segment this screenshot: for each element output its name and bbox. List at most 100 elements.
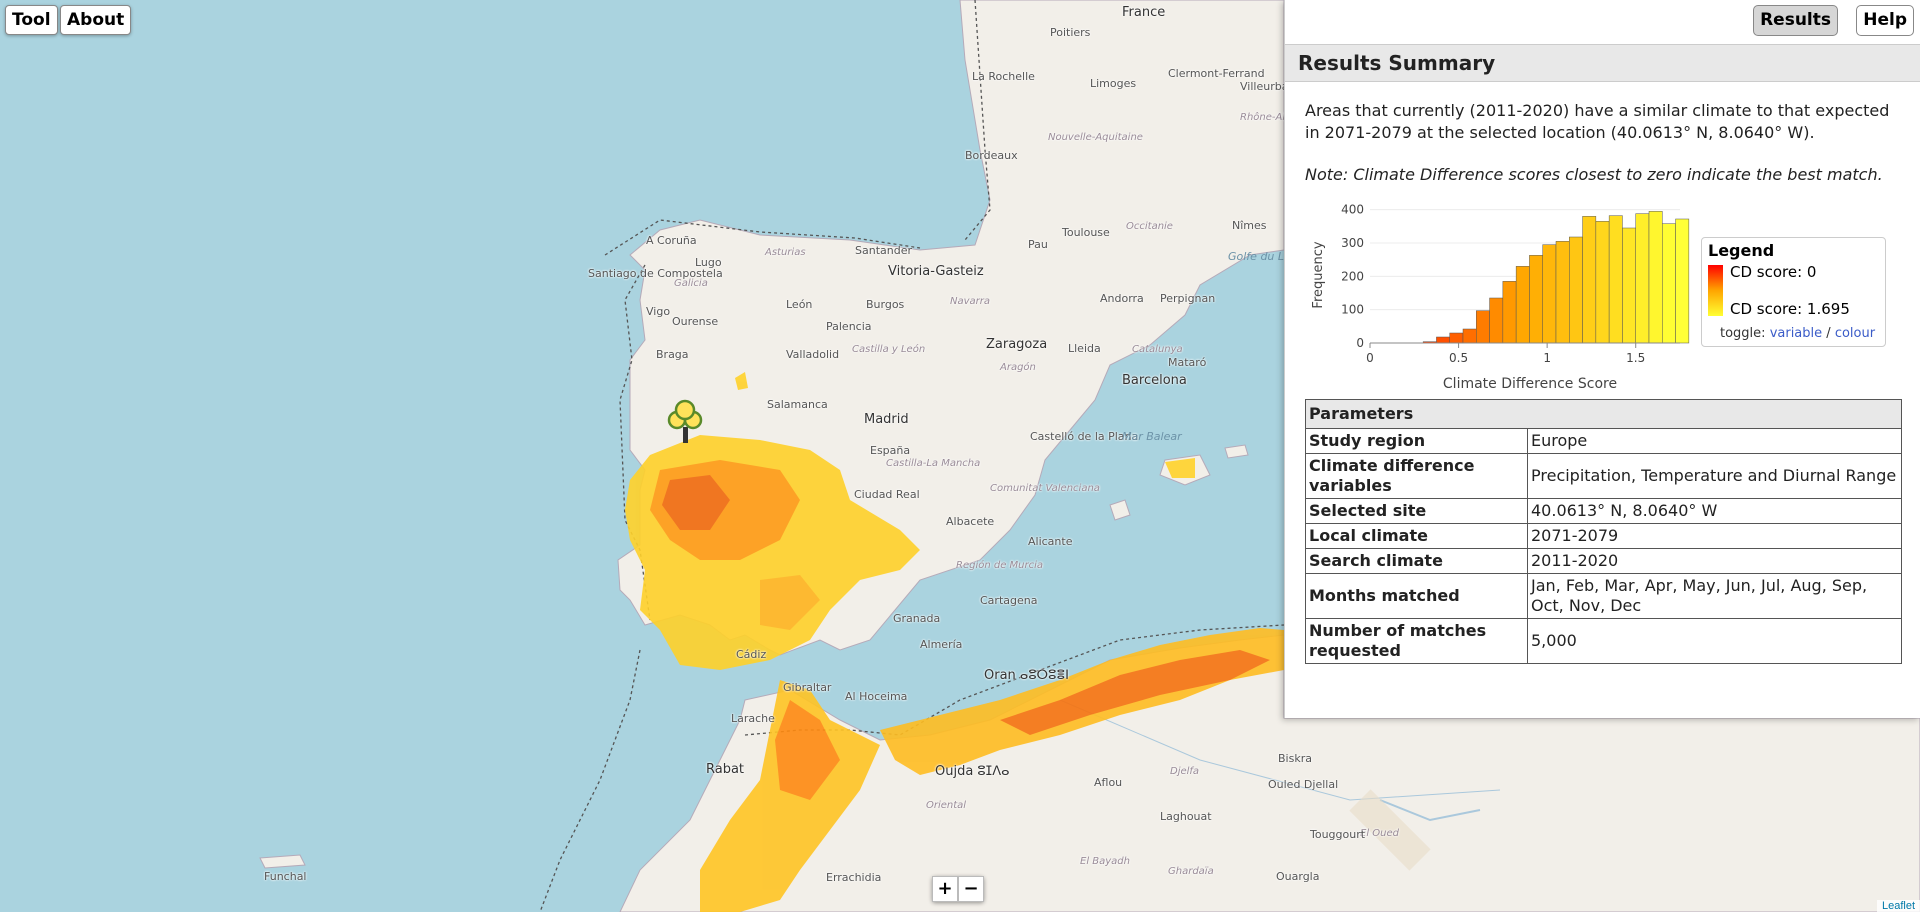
map-label: Oriental <box>926 800 967 811</box>
map-label: Ciudad Real <box>854 488 920 501</box>
map-label: Pau <box>1028 238 1048 251</box>
histogram-bar <box>1436 336 1450 344</box>
histogram-bar <box>1529 255 1543 344</box>
results-description: Areas that currently (2011-2020) have a … <box>1305 101 1890 142</box>
map-label: Occitanie <box>1126 221 1173 232</box>
land-ibiza <box>1109 499 1131 521</box>
map-label: Navarra <box>950 296 991 307</box>
table-row: Local climate 2071-2079 <box>1305 523 1902 549</box>
histogram-bar <box>1648 211 1663 344</box>
chart-ylabel: Frequency <box>1311 241 1326 308</box>
histogram-bar <box>1476 310 1490 344</box>
map-label: León <box>786 298 813 311</box>
x-tick-label: 0 <box>1366 351 1374 365</box>
histogram-bar <box>1462 328 1477 344</box>
map-label: Vitoria-Gasteiz <box>888 264 984 279</box>
histogram-bar <box>1449 332 1464 344</box>
y-tick-label: 200 <box>1341 269 1364 283</box>
map-label: Toulouse <box>1062 226 1110 239</box>
map-label: Albacete <box>946 515 995 528</box>
chart-xlabel: Climate Difference Score <box>1443 376 1617 392</box>
param-key: Study region <box>1305 428 1528 454</box>
map-label: Madrid <box>864 412 909 427</box>
map-label: Catalunya <box>1132 344 1183 355</box>
map-label: Clermont-Ferrand <box>1168 67 1265 80</box>
map-label: Oran ⴰⵓⵔⵓⴻⵏ <box>984 668 1070 683</box>
map-label: Castilla-La Mancha <box>886 458 981 469</box>
map-label: Vigo <box>646 305 671 318</box>
param-value: 2011-2020 <box>1527 548 1902 574</box>
toggle-colour-link[interactable]: colour <box>1835 326 1875 341</box>
map-label: Región de Murcia <box>956 560 1044 571</box>
attribution-link[interactable]: Leaflet <box>1876 900 1920 912</box>
map-label: Salamanca <box>767 398 828 411</box>
map-label: Asturias <box>765 247 806 258</box>
table-row: Months matched Jan, Feb, Mar, Apr, May, J… <box>1305 573 1902 619</box>
histogram-bar <box>1608 215 1623 344</box>
param-key: Months matched <box>1305 573 1528 619</box>
map-label: Al Hoceima <box>845 690 908 703</box>
y-tick-label: 400 <box>1341 203 1364 217</box>
map-label: Braga <box>656 348 689 361</box>
map-label: Santander <box>855 244 912 257</box>
x-tick-label: 1.5 <box>1626 351 1645 365</box>
map-label: Barcelona <box>1122 373 1187 388</box>
histogram-bar <box>1582 216 1597 344</box>
map-label: Laghouat <box>1160 810 1212 823</box>
land-madeira <box>259 854 306 869</box>
table-row: Climate difference variables Precipitatio… <box>1305 453 1902 499</box>
map-label: Galicia <box>674 278 708 289</box>
param-key: Number of matches requested <box>1305 618 1528 664</box>
map-label: El Bayadh <box>1080 856 1130 867</box>
y-tick-label: 100 <box>1341 303 1364 317</box>
histogram-bar <box>1662 223 1676 344</box>
parameters-table: Parameters Study region Europe Climate dif… <box>1305 399 1902 664</box>
help-button[interactable]: Help <box>1856 5 1914 36</box>
legend-max-label: CD score: 1.695 <box>1730 300 1850 318</box>
histogram-bar <box>1542 244 1557 344</box>
map-label: Rabat <box>706 762 745 777</box>
map-label: Lugo <box>695 256 722 269</box>
param-key: Search climate <box>1305 548 1528 574</box>
toggle-variable-link[interactable]: variable <box>1770 326 1822 341</box>
map-label: Oujda ⵓⵊⴷⴰ <box>935 764 1010 779</box>
about-button[interactable]: About <box>60 5 132 35</box>
map-label: Valladolid <box>786 348 840 361</box>
map-label: Nouvelle-Aquitaine <box>1048 132 1143 143</box>
x-tick-label: 1 <box>1543 351 1551 365</box>
zoom-control: + − <box>932 876 984 902</box>
map-label: Alicante <box>1028 535 1073 548</box>
map-label: Aflou <box>1094 776 1123 789</box>
results-panel: Results Help Results Summary Areas that … <box>1284 0 1920 718</box>
table-row: Number of matches requested 5,000 <box>1305 618 1902 664</box>
map-label: Gibraltar <box>783 681 832 694</box>
results-button[interactable]: Results <box>1753 5 1838 36</box>
zoom-in-button[interactable]: + <box>932 876 958 902</box>
map-label: Palencia <box>826 320 872 333</box>
legend-gradient <box>1708 265 1723 316</box>
zoom-out-button[interactable]: − <box>958 876 984 902</box>
histogram-bar <box>1675 218 1690 344</box>
param-key: Selected site <box>1305 498 1528 524</box>
land-menorca <box>1224 444 1249 459</box>
map-label: Mar Balear <box>1122 430 1182 443</box>
legend-min-label: CD score: 0 <box>1730 263 1817 281</box>
map-label: Aragón <box>1000 362 1036 373</box>
histogram-bar <box>1502 281 1517 344</box>
map-label: Mataró <box>1168 356 1207 369</box>
map-label: Errachidia <box>826 871 882 884</box>
tool-button[interactable]: Tool <box>5 5 58 35</box>
toggle-prefix: toggle: <box>1720 326 1766 341</box>
toggle-separator: / <box>1826 326 1831 341</box>
map-label: France <box>1122 5 1166 20</box>
param-value: 5,000 <box>1527 618 1902 664</box>
map-label: Touggourt <box>1310 828 1366 841</box>
histogram-bar <box>1515 266 1530 344</box>
legend-toggle: toggle: variable / colour <box>1720 326 1875 341</box>
histogram-bar <box>1489 297 1504 344</box>
map-label: Nîmes <box>1232 219 1267 232</box>
map-label: Poitiers <box>1050 26 1091 39</box>
map-label: Larache <box>731 712 775 725</box>
map-label: Zaragoza <box>986 337 1048 352</box>
table-row: Search climate 2011-2020 <box>1305 548 1902 574</box>
